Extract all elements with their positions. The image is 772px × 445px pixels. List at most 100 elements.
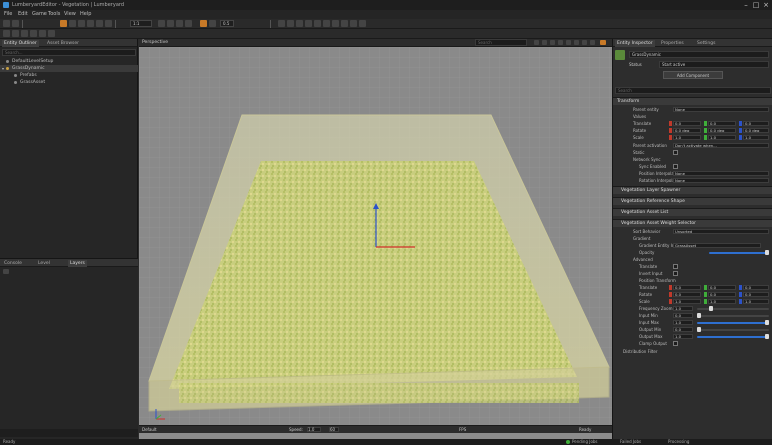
snap-grid-icon[interactable] — [96, 20, 103, 27]
add-component-button[interactable]: Add Component — [663, 71, 723, 79]
sync-enabled-checkbox[interactable] — [673, 164, 678, 169]
console-icon[interactable] — [359, 20, 366, 27]
terrain-smooth-icon[interactable] — [30, 30, 37, 37]
camera-select[interactable]: Default — [142, 426, 157, 434]
component-layer-spawner[interactable]: Vegetation Layer Spawner — [613, 186, 772, 194]
camera-icon[interactable] — [278, 20, 285, 27]
viewport-debug-icon[interactable] — [574, 40, 579, 45]
prop-distribution-filter[interactable]: Distribution Filter — [613, 348, 772, 355]
clamp-output-checkbox[interactable] — [673, 341, 678, 346]
component-asset-weight-selector[interactable]: Vegetation Asset Weight Selector — [613, 219, 772, 227]
viewport-info-icon[interactable] — [582, 40, 587, 45]
tree-item-default-level-setup[interactable]: DefaultLevelSetup — [0, 58, 138, 65]
tab-console[interactable]: Console — [2, 260, 24, 267]
viewport-options-icon[interactable] — [590, 40, 595, 45]
viewport-helpers-icon[interactable] — [558, 40, 563, 45]
translate-checkbox[interactable] — [673, 264, 678, 269]
align-z-icon[interactable] — [176, 20, 183, 27]
input-min-knob[interactable] — [697, 313, 701, 318]
tab-properties[interactable]: Properties — [659, 40, 686, 47]
ui-editor-icon[interactable] — [341, 20, 348, 27]
menu-tools[interactable]: Tools — [48, 11, 60, 17]
particle-icon[interactable] — [332, 20, 339, 27]
expand-arrow-icon[interactable]: ▾ — [2, 65, 4, 72]
component-reference-shape[interactable]: Vegetation Reference Shape — [613, 197, 772, 205]
tab-entity-inspector[interactable]: Entity Inspector — [615, 40, 655, 47]
terrain-raise-icon[interactable] — [12, 30, 19, 37]
script-icon[interactable] — [314, 20, 321, 27]
animation-icon[interactable] — [323, 20, 330, 27]
menu-file[interactable]: File — [4, 11, 12, 17]
output-min-slider[interactable] — [697, 329, 769, 331]
minimize-button[interactable]: – — [742, 1, 750, 9]
component-asset-list[interactable]: Vegetation Asset List — [613, 208, 772, 216]
menu-edit[interactable]: Edit — [18, 11, 28, 17]
menu-game[interactable]: Game — [32, 11, 47, 17]
undo-icon[interactable] — [3, 20, 10, 27]
output-max-knob[interactable] — [765, 334, 769, 339]
align-x-icon[interactable] — [158, 20, 165, 27]
output-max-slider[interactable] — [697, 336, 769, 338]
tab-settings[interactable]: Settings — [695, 40, 717, 47]
terrain-flatten-icon[interactable] — [48, 30, 55, 37]
layer-add-icon[interactable] — [3, 269, 9, 274]
tab-entity-outliner[interactable]: Entity Outliner — [2, 40, 39, 47]
redo-icon[interactable] — [12, 20, 19, 27]
physics-icon[interactable] — [287, 20, 294, 27]
select-tool-icon[interactable] — [60, 20, 67, 27]
material-icon[interactable] — [305, 20, 312, 27]
frame-select[interactable]: 1:1 — [130, 20, 152, 27]
fov-input[interactable]: 60 — [329, 427, 339, 432]
viewport-resolution-icon[interactable] — [566, 40, 571, 45]
opacity-slider[interactable] — [709, 252, 769, 254]
snap-angle-icon[interactable] — [105, 20, 112, 27]
terrain-icon[interactable] — [185, 20, 192, 27]
snap-value-input[interactable]: 0.5 — [220, 20, 234, 27]
tab-layers[interactable]: Layers — [68, 260, 87, 267]
speed-input[interactable]: 1.0 — [307, 427, 321, 432]
processing-jobs[interactable]: Processing — [668, 439, 689, 445]
terrain-paint-icon[interactable] — [39, 30, 46, 37]
entity-name-input[interactable]: GrassDynamic — [629, 51, 769, 58]
rotate-tool-icon[interactable] — [78, 20, 85, 27]
invert-input-checkbox[interactable] — [673, 271, 678, 276]
outliner-search-input[interactable]: Search... — [2, 49, 136, 56]
vegetation-icon[interactable] — [200, 20, 207, 27]
input-max-knob[interactable] — [765, 320, 769, 325]
frequency-zoom-slider[interactable] — [697, 308, 769, 310]
viewport-grid-icon[interactable] — [542, 40, 547, 45]
viewport-search-input[interactable]: Search — [475, 39, 527, 46]
menu-view[interactable]: View — [64, 11, 76, 17]
audio-icon[interactable] — [296, 20, 303, 27]
opacity-slider-knob[interactable] — [765, 250, 769, 255]
output-min-knob[interactable] — [697, 327, 701, 332]
viewport-canvas[interactable] — [139, 47, 612, 433]
tree-item-prefabs[interactable]: Prefabs — [0, 72, 138, 79]
terrain-lower-icon[interactable] — [21, 30, 28, 37]
viewport-lighting-icon[interactable] — [550, 40, 555, 45]
input-max-slider[interactable] — [697, 322, 769, 324]
track-view-icon[interactable] — [350, 20, 357, 27]
static-checkbox[interactable] — [673, 150, 678, 155]
frequency-zoom-knob[interactable] — [709, 306, 713, 311]
menu-help[interactable]: Help — [80, 11, 91, 17]
move-tool-icon[interactable] — [69, 20, 76, 27]
close-button[interactable]: × — [762, 1, 770, 9]
inspector-search-input[interactable]: Search — [615, 87, 771, 94]
maximize-button[interactable]: □ — [752, 1, 760, 9]
failed-jobs[interactable]: Failed Jobs — [620, 439, 641, 445]
status-select[interactable]: Start active — [659, 61, 769, 68]
align-y-icon[interactable] — [167, 20, 174, 27]
viewport-settings-icon[interactable] — [600, 40, 606, 45]
transform-header[interactable]: Transform — [613, 97, 772, 105]
pending-jobs[interactable]: Pending Jobs — [572, 439, 598, 445]
scale-tool-icon[interactable] — [87, 20, 94, 27]
tab-asset-browser[interactable]: Asset Browser — [45, 40, 81, 47]
terrain-brush-icon[interactable] — [3, 30, 10, 37]
tab-level[interactable]: Level — [36, 260, 52, 267]
viewport-camera-icon[interactable] — [534, 40, 539, 45]
tree-item-grass-asset[interactable]: GrassAsset — [0, 79, 138, 86]
input-min-slider[interactable] — [697, 315, 769, 317]
tree-item-grass-dynamic[interactable]: ▾ GrassDynamic — [0, 65, 138, 72]
console-input[interactable] — [0, 429, 138, 437]
